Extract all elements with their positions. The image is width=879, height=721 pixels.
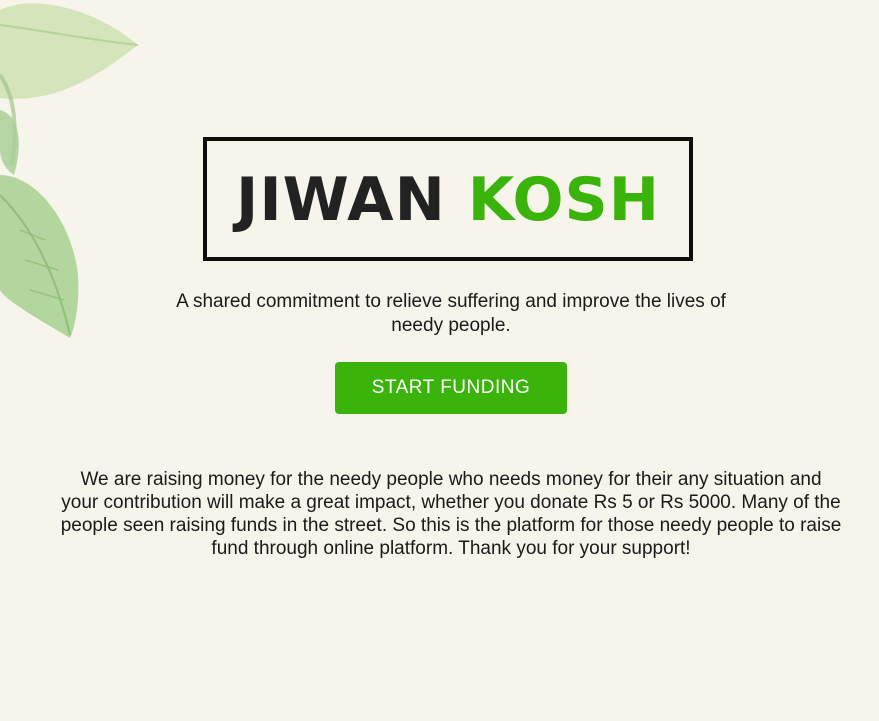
- landing-page: JIWAN KOSH A shared commitment to reliev…: [0, 0, 879, 721]
- about-description: We are raising money for the needy peopl…: [60, 469, 842, 559]
- logo-text: JIWAN KOSH: [236, 170, 660, 230]
- hero-tagline: A shared commitment to relieve suffering…: [176, 291, 726, 336]
- leaf-icon: [0, 3, 139, 338]
- logo-word-kosh: KOSH: [467, 165, 660, 235]
- logo-word-jiwan: JIWAN: [236, 165, 446, 235]
- site-logo: JIWAN KOSH: [203, 137, 693, 261]
- start-funding-button[interactable]: START FUNDING: [335, 362, 567, 414]
